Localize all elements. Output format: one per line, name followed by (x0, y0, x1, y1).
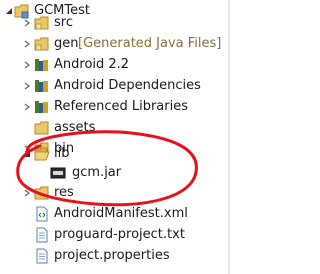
expand-arrow-icon[interactable] (22, 18, 32, 28)
expand-arrow-icon[interactable] (22, 102, 32, 112)
jar-file-icon (50, 165, 66, 181)
tree-item-label: gcm.jar (72, 165, 122, 180)
tree-item-referenced-libraries[interactable]: Referenced Libraries (0, 96, 230, 118)
tree-item-android-manifest[interactable]: AndroidManifest.xml (0, 203, 230, 225)
tree-item-proguard[interactable]: proguard-project.txt (0, 224, 230, 246)
expand-arrow-icon[interactable] (22, 81, 32, 91)
tree-item-android-dependencies[interactable]: Android Dependencies (0, 75, 230, 97)
tree-item-label: assets (54, 120, 96, 135)
tree-item-label: proguard-project.txt (54, 227, 185, 242)
folder-icon (34, 120, 50, 136)
source-folder-icon (34, 15, 50, 31)
tree-item-project-properties[interactable]: project.properties (0, 245, 230, 267)
tree-item-label: AndroidManifest.xml (54, 206, 188, 221)
expand-arrow-icon[interactable] (22, 60, 32, 70)
xml-file-icon (34, 206, 50, 222)
library-container-icon (34, 99, 50, 115)
tree-item-res[interactable]: res (0, 182, 230, 204)
tree-item-gcm-jar[interactable]: gcm.jar (0, 162, 230, 184)
library-container-icon (34, 78, 50, 94)
tree-item-label: src (54, 15, 73, 30)
open-folder-icon (34, 146, 50, 162)
view-edge (228, 0, 230, 274)
tree-item-label: Referenced Libraries (54, 99, 188, 114)
library-container-icon (34, 57, 50, 73)
tree-item-gen[interactable]: gen [Generated Java Files] (0, 33, 230, 55)
text-file-icon (34, 227, 50, 243)
tree-item-assets[interactable]: assets (0, 117, 230, 139)
expand-arrow-icon[interactable] (22, 188, 32, 198)
text-file-icon (34, 248, 50, 264)
folder-icon (34, 185, 50, 201)
collapse-arrow-icon[interactable] (22, 149, 32, 159)
source-folder-icon (34, 36, 50, 52)
tree-item-label: Android 2.2 (54, 57, 130, 72)
tree-item-label: project.properties (54, 248, 170, 263)
package-explorer-tree: GCMTest src gen [Generated Java Files] A… (0, 0, 230, 274)
tree-item-label: res (54, 185, 74, 200)
tree-item-src[interactable]: src (0, 12, 230, 34)
tree-item-android-2-2[interactable]: Android 2.2 (0, 54, 230, 76)
tree-item-label: gen (54, 36, 79, 51)
tree-item-label: Android Dependencies (54, 78, 201, 93)
generated-decoration-label: [Generated Java Files] (78, 36, 222, 51)
expand-arrow-icon[interactable] (22, 39, 32, 49)
